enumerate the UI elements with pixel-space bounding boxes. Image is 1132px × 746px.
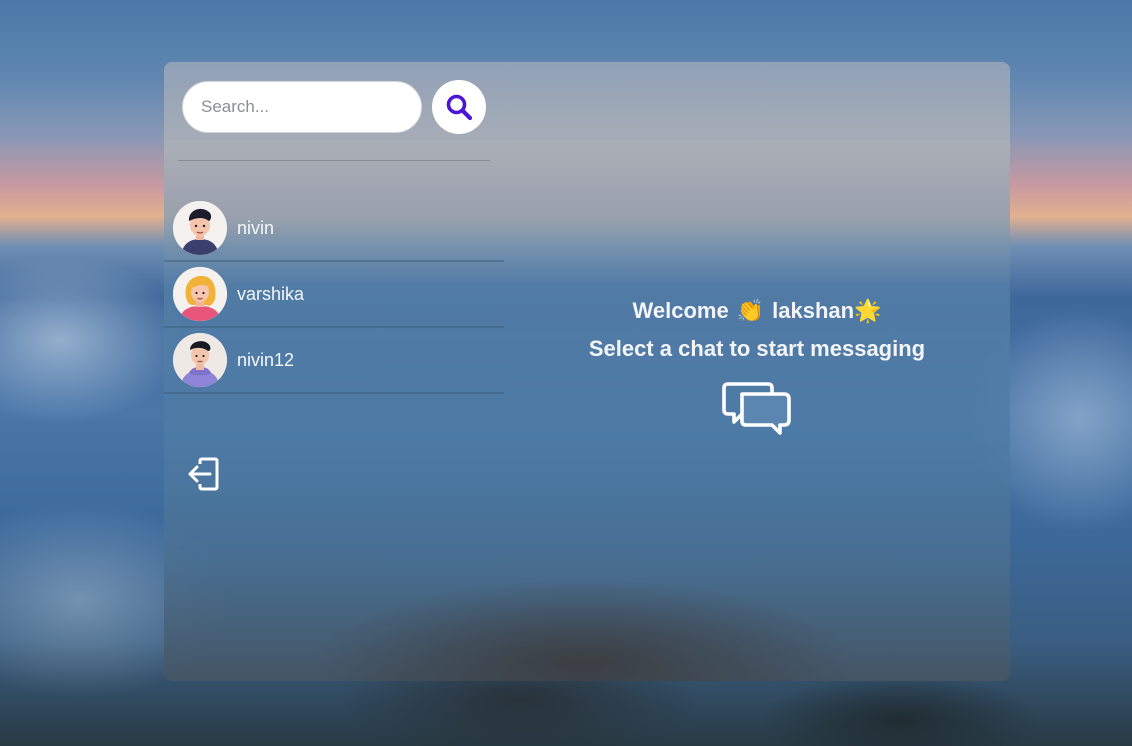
user-name: nivin — [237, 217, 275, 238]
search-icon — [446, 94, 473, 121]
avatar — [173, 201, 227, 255]
avatar — [173, 267, 227, 321]
user-item-nivin[interactable]: nivin — [164, 196, 504, 262]
avatar — [173, 333, 227, 387]
clap-emoji: 👏 — [736, 298, 765, 323]
star-emoji: 🌟 — [854, 298, 882, 323]
sidebar: nivin varshika — [164, 62, 504, 681]
welcome-area: Welcome 👏 lakshan 🌟 Select a chat to star… — [504, 294, 1010, 436]
select-chat-prompt: Select a chat to start messaging — [588, 336, 926, 361]
chat-bubbles-icon — [722, 380, 792, 436]
logout-icon — [188, 457, 219, 491]
search-form — [182, 80, 486, 134]
search-input[interactable] — [182, 81, 422, 133]
welcome-greeting: Welcome — [632, 298, 729, 323]
user-list: nivin varshika nivin12 — [164, 196, 504, 394]
sidebar-divider — [178, 160, 490, 161]
user-item-nivin12[interactable]: nivin12 — [164, 328, 504, 394]
welcome-username: lakshan — [772, 298, 855, 323]
logout-button[interactable] — [186, 456, 222, 492]
user-name: varshika — [237, 283, 305, 304]
user-name: nivin12 — [237, 349, 295, 370]
welcome-heading: Welcome 👏 lakshan 🌟 — [504, 294, 1010, 328]
search-button[interactable] — [432, 80, 486, 134]
chat-panel: nivin varshika — [164, 62, 1010, 681]
user-item-varshika[interactable]: varshika — [164, 262, 504, 328]
